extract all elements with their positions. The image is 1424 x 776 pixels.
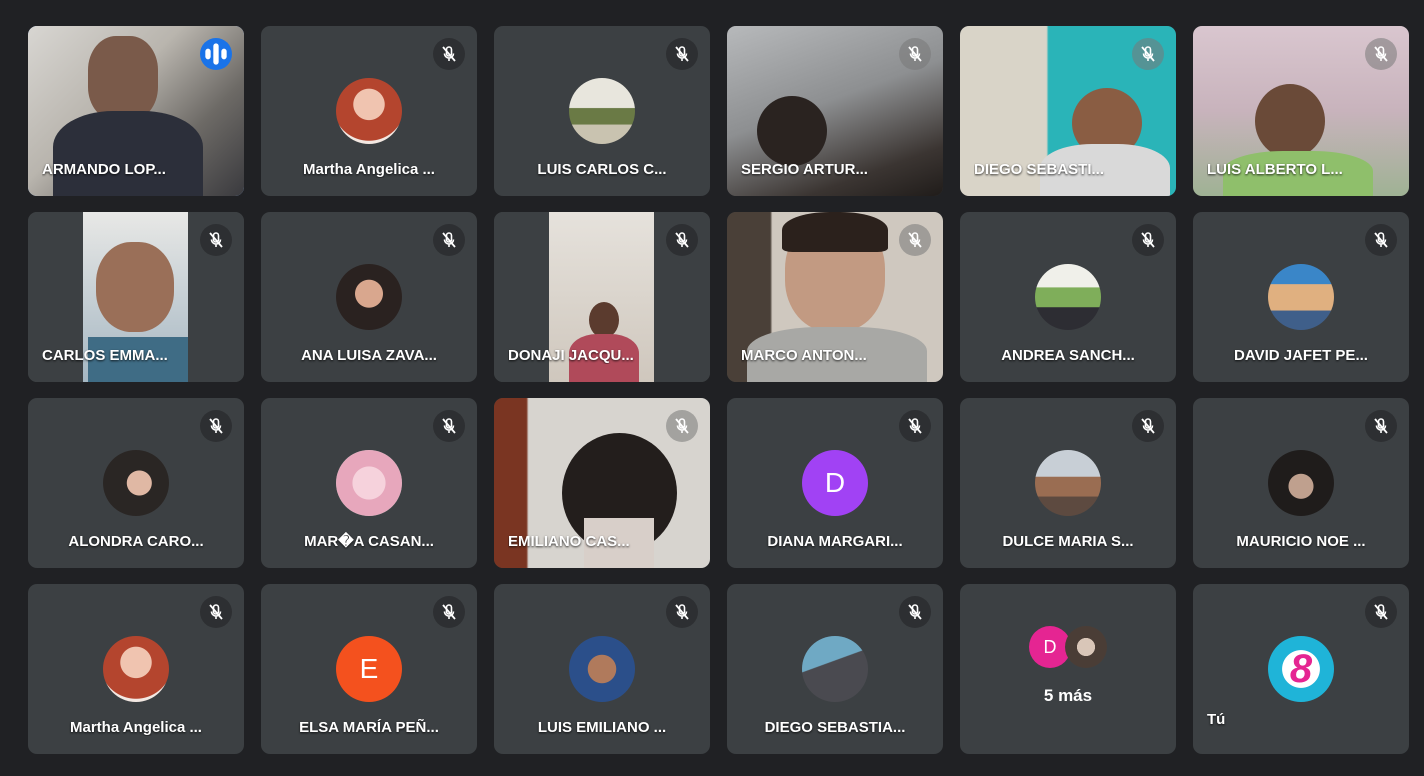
mic-off-icon [1132,38,1164,70]
mic-off-icon [1365,596,1397,628]
mic-off-icon [433,596,465,628]
participant-tile[interactable]: Martha Angelica ... [261,26,477,196]
participant-name: MAURICIO NOE ... [1236,533,1366,550]
participant-tile[interactable]: EMILIANO CAS... [494,398,710,568]
mic-off-icon [433,38,465,70]
participant-name: DIEGO SEBASTIA... [764,719,906,736]
participant-name: LUIS EMILIANO ... [537,719,667,736]
avatar [1035,450,1101,516]
participant-tile[interactable]: DULCE MARIA S... [960,398,1176,568]
participant-tile[interactable]: Martha Angelica ... [28,584,244,754]
mic-off-icon [899,596,931,628]
participant-name: LUIS CARLOS C... [537,161,667,178]
mic-off-icon [899,224,931,256]
participant-tile[interactable]: CARLOS EMMA... [28,212,244,382]
avatar [569,78,635,144]
avatar [336,450,402,516]
participant-tile[interactable]: ALONDRA CARO... [28,398,244,568]
avatar [103,450,169,516]
avatar [569,636,635,702]
participant-tile[interactable]: ARMANDO LOP... [28,26,244,196]
avatar: E [336,636,402,702]
mic-off-icon [1365,224,1397,256]
mic-off-icon [666,224,698,256]
self-tile[interactable]: 8 Tú [1193,584,1409,754]
mic-off-icon [1132,410,1164,442]
participant-name: MAR�A CASAN... [304,533,434,550]
avatar [336,78,402,144]
avatar: D [802,450,868,516]
mic-off-icon [1365,410,1397,442]
participant-tile[interactable]: ANDREA SANCH... [960,212,1176,382]
participant-tile[interactable]: LUIS ALBERTO L... [1193,26,1409,196]
participant-name: DONAJI JACQU... [508,347,634,364]
participant-name: DIEGO SEBASTI... [974,161,1105,178]
participant-name: ARMANDO LOP... [42,161,166,178]
self-logo-icon: 8 [1268,636,1334,702]
more-participants-label: 5 más [1043,686,1093,705]
avatar [1268,264,1334,330]
participant-name: DAVID JAFET PE... [1234,347,1368,364]
mic-off-icon [899,38,931,70]
participant-tile[interactable]: D DIANA MARGARI... [727,398,943,568]
more-participants-tile[interactable]: D 5 más [960,584,1176,754]
avatar [1065,626,1107,668]
mic-off-icon [1365,38,1397,70]
avatar [336,264,402,330]
mic-off-icon [433,224,465,256]
participant-tile[interactable]: E ELSA MARÍA PEÑ... [261,584,477,754]
participant-grid: ARMANDO LOP... Martha Angelica ... LUIS … [28,26,1409,754]
avatar [1268,450,1334,516]
participant-name: ANA LUISA ZAVA... [301,347,437,364]
speaking-indicator-icon [200,38,232,70]
mic-off-icon [433,410,465,442]
participant-tile[interactable]: DAVID JAFET PE... [1193,212,1409,382]
participant-name: EMILIANO CAS... [508,533,630,550]
mic-off-icon [1132,224,1164,256]
participant-tile[interactable]: SERGIO ARTUR... [727,26,943,196]
participant-name: DULCE MARIA S... [1002,533,1134,550]
participant-tile[interactable]: LUIS EMILIANO ... [494,584,710,754]
participant-tile[interactable]: MAR�A CASAN... [261,398,477,568]
participant-name: LUIS ALBERTO L... [1207,161,1343,178]
meeting-window: ARMANDO LOP... Martha Angelica ... LUIS … [6,10,1420,772]
mic-off-icon [200,224,232,256]
participant-name: Martha Angelica ... [70,719,202,736]
mic-off-icon [666,410,698,442]
participant-tile[interactable]: MAURICIO NOE ... [1193,398,1409,568]
participant-name: Martha Angelica ... [303,161,435,178]
mic-off-icon [200,596,232,628]
avatar [802,636,868,702]
participant-name: SERGIO ARTUR... [741,161,868,178]
participant-name: ANDREA SANCH... [1001,347,1135,364]
avatar [1035,264,1101,330]
mic-off-icon [899,410,931,442]
participant-name: ALONDRA CARO... [68,533,204,550]
participant-name: DIANA MARGARI... [767,533,903,550]
participant-tile[interactable]: LUIS CARLOS C... [494,26,710,196]
participant-tile[interactable]: DONAJI JACQU... [494,212,710,382]
avatar [103,636,169,702]
mic-off-icon [666,38,698,70]
more-avatars-stack: D [1029,626,1107,668]
participant-name: ELSA MARÍA PEÑ... [299,719,439,736]
participant-tile[interactable]: DIEGO SEBASTIA... [727,584,943,754]
participant-name: CARLOS EMMA... [42,347,168,364]
self-logo-text: 8 [1289,646,1313,691]
participant-tile[interactable]: DIEGO SEBASTI... [960,26,1176,196]
mic-off-icon [666,596,698,628]
participant-tile[interactable]: ANA LUISA ZAVA... [261,212,477,382]
participant-name: Tú [1207,711,1226,728]
participant-tile[interactable]: MARCO ANTON... [727,212,943,382]
participant-name: MARCO ANTON... [741,347,867,364]
mic-off-icon [200,410,232,442]
